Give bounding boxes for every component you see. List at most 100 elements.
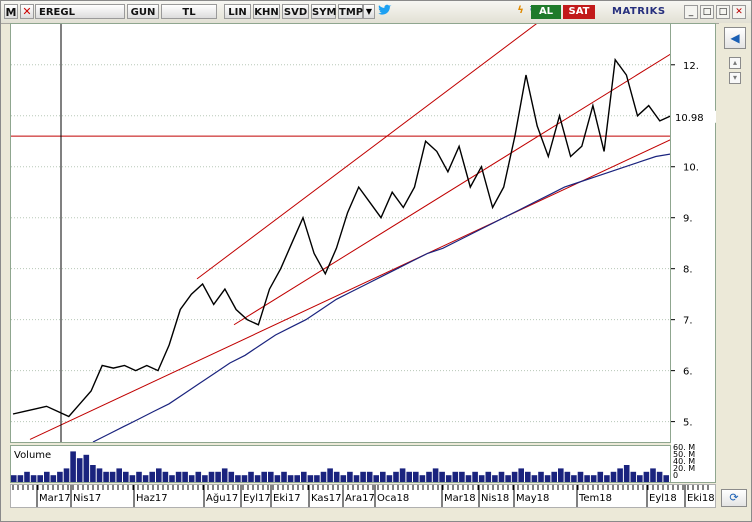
volume-bar	[57, 471, 63, 482]
close-icon[interactable]: ✕	[732, 5, 746, 19]
volume-bar	[597, 471, 604, 482]
back-arrow-icon[interactable]: ◀	[724, 27, 746, 49]
volume-bar	[643, 471, 650, 482]
price-tick-label: 5.	[683, 418, 693, 429]
right-toolbar: ◀ ▴ ▾ ⟳	[719, 23, 751, 509]
volume-bar	[445, 475, 452, 482]
volume-bar	[347, 471, 353, 482]
volume-bar	[70, 451, 76, 482]
chart-window: M ✕ EREGL GUN TL LIN KHN SVD SYM TMP ▼ ϟ…	[0, 0, 752, 522]
date-tick-label: Nis17	[73, 493, 101, 504]
menu-m-button[interactable]: M	[4, 4, 18, 19]
volume-bar	[235, 475, 241, 482]
date-axis-svg: Mar17 Nis17 Haz17 Ağu17 Eyl17 Eki17 Kas17 Ara17…	[12, 485, 715, 507]
price-chart-area[interactable]	[10, 0, 679, 443]
volume-bar	[610, 471, 617, 482]
volume-bar	[604, 475, 610, 482]
volume-bar	[419, 475, 426, 482]
price-tick-label: 9.	[683, 214, 693, 225]
price-chart-svg	[11, 0, 679, 443]
volume-bar	[248, 471, 254, 482]
chevron-down-icon[interactable]: ▼	[363, 4, 375, 19]
volume-bar	[30, 475, 37, 482]
volume-bar	[156, 468, 162, 482]
moving-average-line	[92, 153, 672, 443]
symbol-field[interactable]: EREGL	[35, 4, 125, 19]
price-axis-svg: 12.11.10.9810.9.8.7.6.5.60. M50. M40. M2…	[671, 61, 716, 480]
volume-bar	[241, 475, 248, 482]
currency-button[interactable]: TL	[161, 4, 217, 19]
volume-bar	[24, 471, 30, 482]
volume-bar	[50, 475, 57, 482]
volume-bar	[571, 475, 577, 482]
volume-bar	[175, 471, 182, 482]
volume-bar	[228, 471, 235, 482]
matriks-logo: MATRIKS	[612, 6, 666, 17]
price-tick-label: 6.	[683, 367, 693, 378]
restore-icon[interactable]: □	[700, 5, 714, 19]
volume-bar	[142, 475, 149, 482]
price-tick-label: 7.	[683, 316, 693, 327]
last-price-label: 10.98	[675, 113, 704, 124]
volume-bar	[452, 471, 459, 482]
date-tick-label: Ağu17	[206, 492, 238, 504]
price-axis[interactable]: 12.11.10.9810.9.8.7.6.5.60. M50. M40. M2…	[671, 23, 716, 483]
chart-settings-icon[interactable]: ⟳	[721, 489, 747, 507]
date-tick-label: Ara17	[345, 493, 375, 504]
maximize-icon[interactable]: □	[716, 5, 730, 19]
buy-button[interactable]: AL	[531, 5, 561, 19]
volume-bar	[485, 471, 492, 482]
twitter-icon[interactable]	[377, 4, 393, 19]
volume-bar	[505, 475, 511, 482]
volume-bar	[465, 475, 472, 482]
volume-bar	[301, 471, 307, 482]
volume-pane[interactable]: Volume	[10, 445, 671, 483]
volume-bar	[109, 471, 116, 482]
lightning-icon[interactable]: ϟ	[514, 4, 527, 19]
volume-bar	[195, 471, 202, 482]
sym-button[interactable]: SYM	[311, 4, 336, 19]
volume-bar	[399, 468, 406, 482]
period-button[interactable]: GUN	[127, 4, 159, 19]
svd-button[interactable]: SVD	[282, 4, 309, 19]
volume-bar	[17, 475, 24, 482]
linear-scale-button[interactable]: LIN	[224, 4, 251, 19]
date-tick-label: Mar17	[39, 493, 71, 504]
volume-bar	[525, 471, 531, 482]
date-tick-label: Eki17	[273, 493, 301, 504]
volume-bar	[544, 475, 551, 482]
trend-line	[29, 135, 679, 440]
scroll-down-icon[interactable]: ▾	[729, 72, 741, 84]
scroll-up-icon[interactable]: ▴	[729, 57, 741, 69]
volume-bar	[617, 468, 623, 482]
close-symbol-icon[interactable]: ✕	[20, 4, 34, 19]
volume-bar	[623, 465, 630, 482]
date-axis[interactable]: Mar17 Nis17 Haz17 Ağu17 Eyl17 Eki17 Kas17 Ara17…	[10, 484, 716, 508]
volume-bar	[96, 468, 103, 482]
volume-bar	[294, 475, 300, 482]
volume-bar	[478, 475, 485, 482]
volume-bar	[268, 471, 274, 482]
volume-bar	[511, 471, 518, 482]
volume-bar	[63, 468, 70, 482]
sell-button[interactable]: SAT	[563, 5, 595, 19]
volume-bar	[426, 471, 432, 482]
price-tick-label: 10.	[683, 163, 699, 174]
date-tick-label: Oca18	[377, 493, 409, 504]
date-tick-label: Eyl18	[649, 493, 677, 504]
minimize-icon[interactable]: _	[684, 5, 698, 19]
volume-bar	[149, 471, 155, 482]
volume-label: Volume	[14, 450, 51, 461]
volume-bar	[366, 471, 373, 482]
volume-bar	[169, 475, 175, 482]
volume-bar	[136, 471, 142, 482]
price-tick-label: 8.	[683, 265, 693, 276]
khn-button[interactable]: KHN	[253, 4, 280, 19]
date-tick-label: Eyl17	[243, 493, 271, 504]
volume-bar	[129, 475, 136, 482]
date-tick-label: Tem18	[578, 493, 612, 504]
volume-bar	[551, 471, 557, 482]
volume-bar	[630, 471, 637, 482]
tmp-button[interactable]: TMP	[338, 4, 363, 19]
volume-bar	[11, 475, 17, 482]
